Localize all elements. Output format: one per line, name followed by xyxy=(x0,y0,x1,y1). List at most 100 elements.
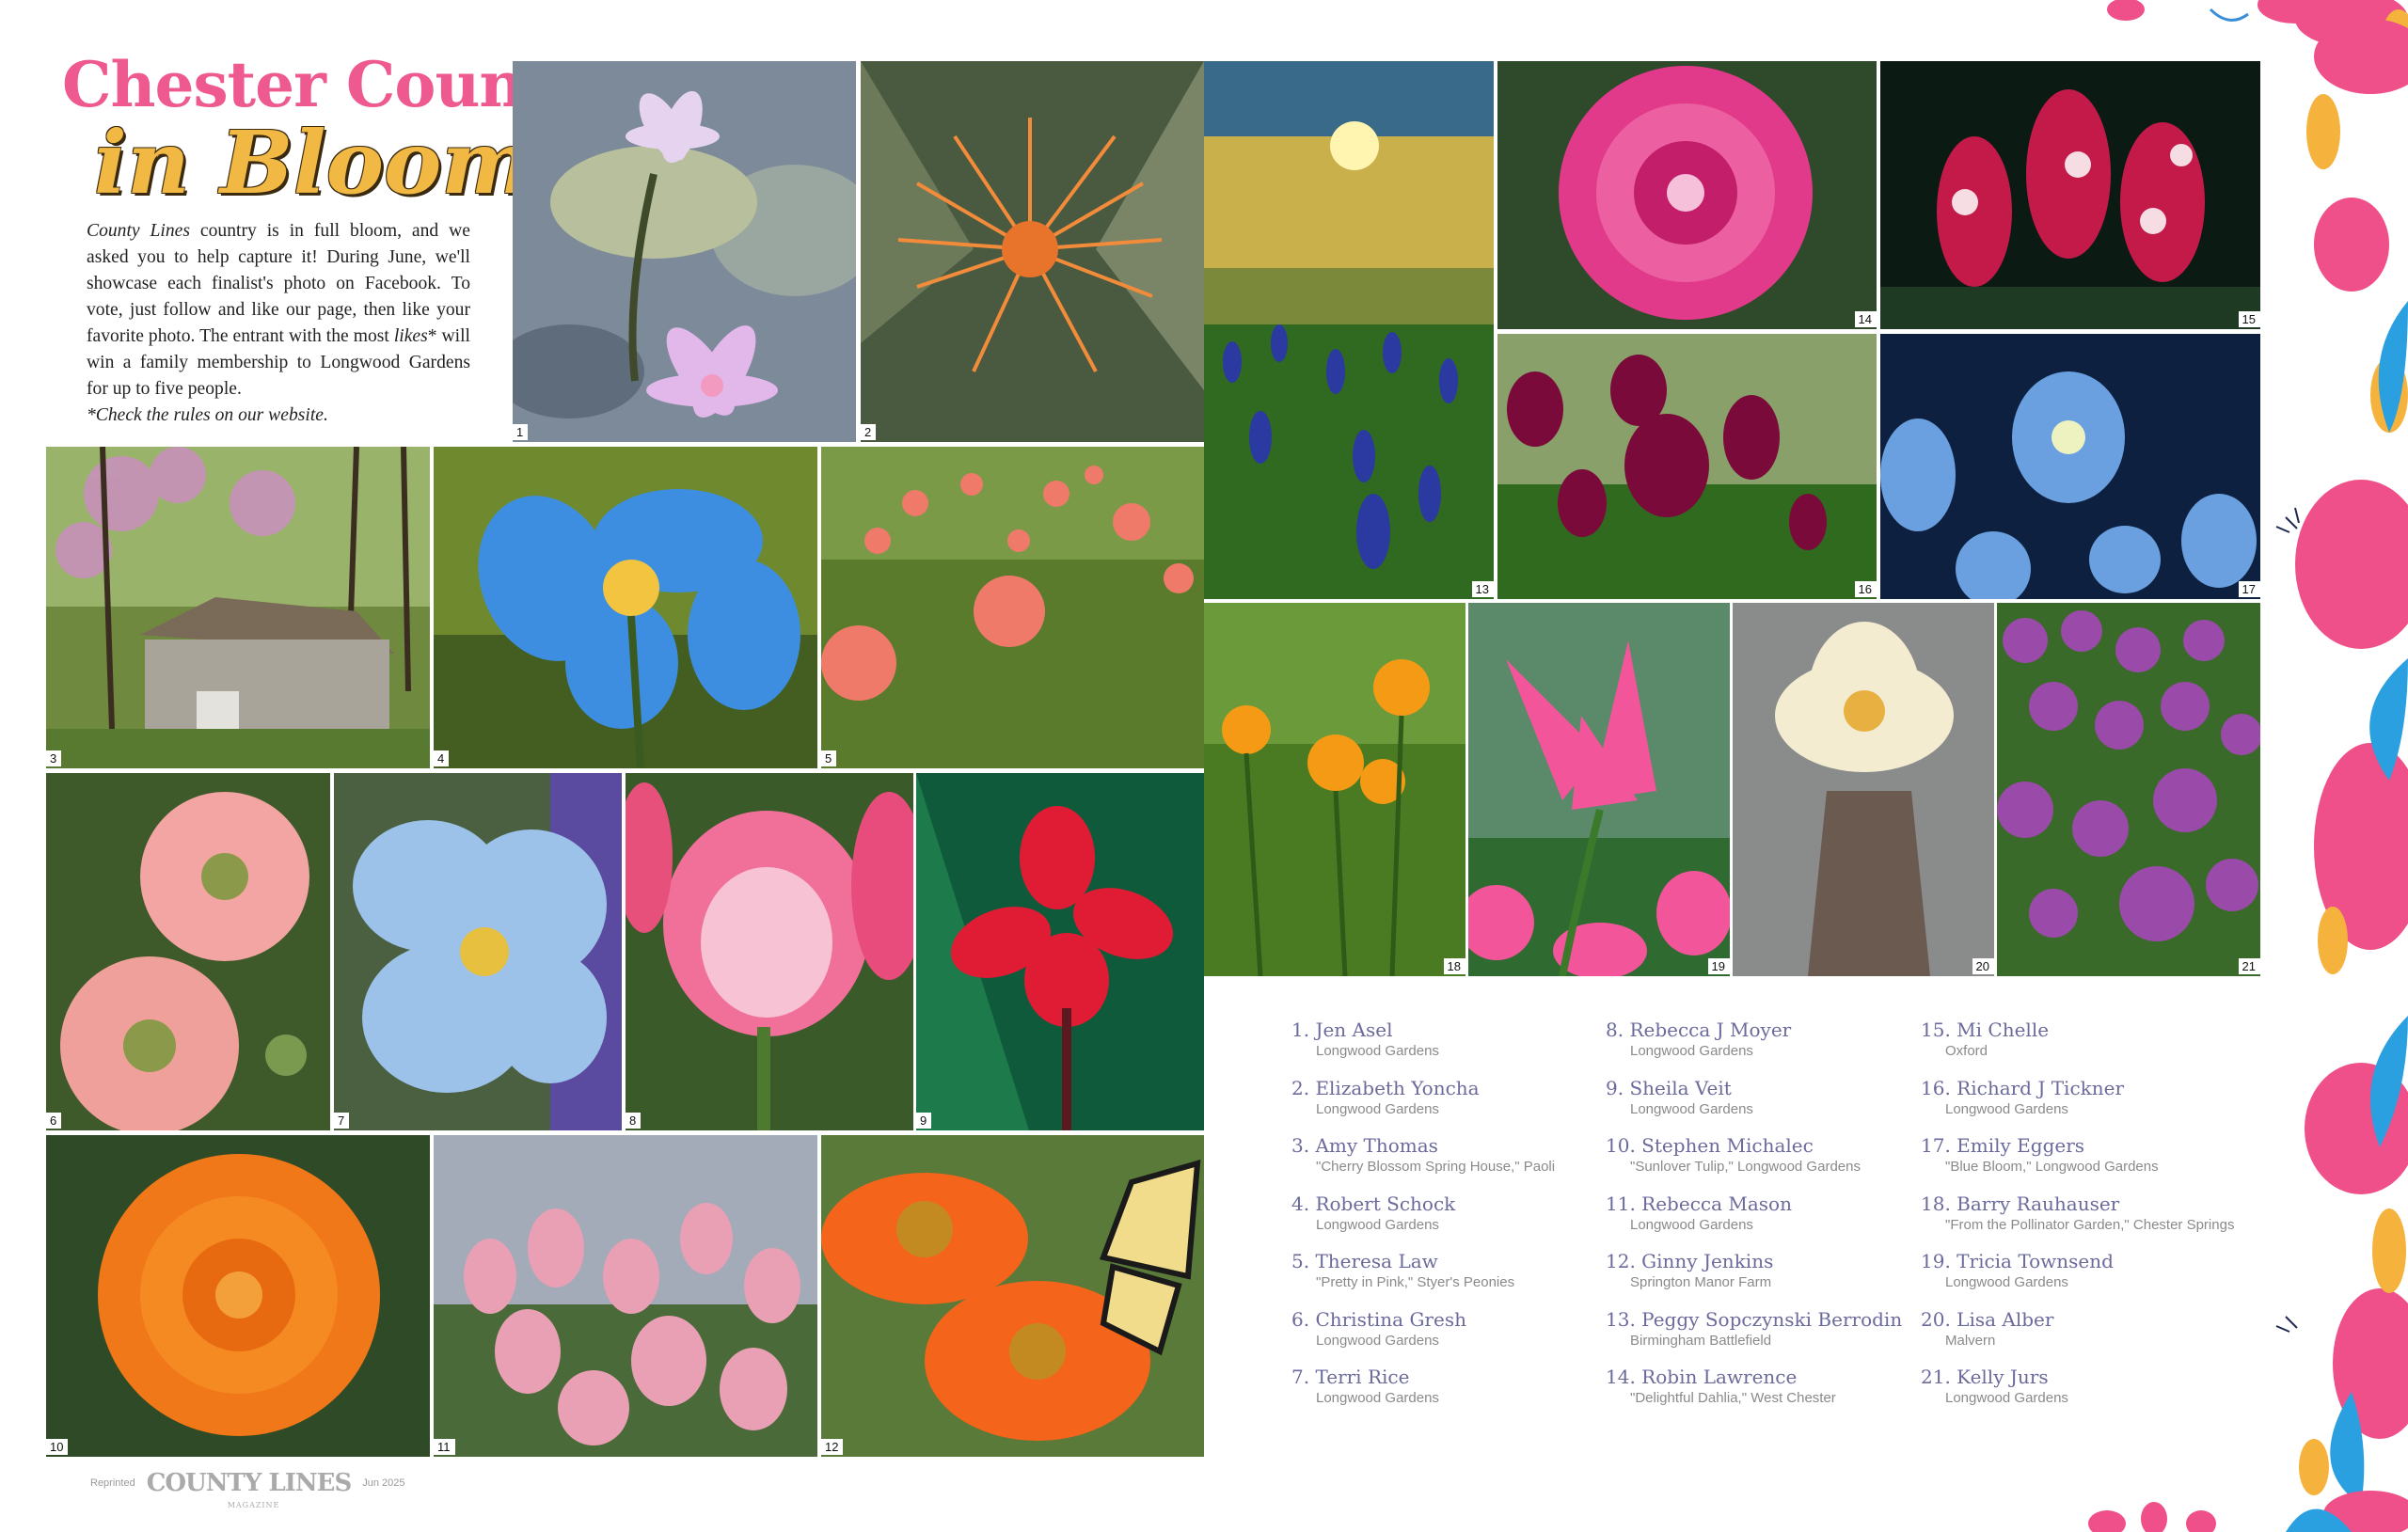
photo-7: 7 xyxy=(334,773,622,1130)
credit-name: 12. Ginny Jenkins xyxy=(1606,1250,1774,1272)
credit-location: Birmingham Battlefield xyxy=(1630,1332,1772,1349)
photo-number: 9 xyxy=(916,1113,932,1129)
credit-location: Longwood Gardens xyxy=(1630,1043,1753,1059)
photo-number: 7 xyxy=(334,1113,350,1129)
photo-1: 1 xyxy=(513,61,856,442)
credit-name: 15. Mi Chelle xyxy=(1921,1019,2050,1041)
credit-entry: 17. Emily Eggers "Blue Bloom," Longwood G… xyxy=(1921,1133,2289,1192)
photo-number: 19 xyxy=(1707,958,1730,974)
credit-name: 5. Theresa Law xyxy=(1291,1250,1438,1272)
credit-entry: 7. Terri Rice Longwood Gardens xyxy=(1291,1365,1606,1423)
credit-name: 17. Emily Eggers xyxy=(1921,1134,2085,1157)
credit-name: 1. Jen Asel xyxy=(1291,1019,1393,1041)
photo-10: 10 xyxy=(46,1135,430,1457)
credit-name: 21. Kelly Jurs xyxy=(1921,1366,2049,1388)
credit-location: "Delightful Dahlia," West Chester xyxy=(1630,1390,1836,1406)
credit-entry: 3. Amy Thomas "Cherry Blossom Spring Hous… xyxy=(1291,1133,1606,1192)
photo-number: 14 xyxy=(1854,311,1877,327)
credit-entry: 9. Sheila Veit Longwood Gardens xyxy=(1606,1076,1921,1134)
floral-decoration-bottom xyxy=(2088,1491,2408,1532)
photo-number: 20 xyxy=(1972,958,1994,974)
credit-location: Longwood Gardens xyxy=(1630,1100,1753,1117)
credit-entry: 11. Rebecca Mason Longwood Gardens xyxy=(1606,1192,1921,1250)
magazine-name: County Lines xyxy=(87,221,190,241)
credit-name: 2. Elizabeth Yoncha xyxy=(1291,1076,1480,1099)
photo-number: 11 xyxy=(434,1439,455,1455)
issue-date: Jun 2025 xyxy=(362,1477,405,1489)
photo-21: 21 xyxy=(1997,603,2260,976)
credit-entry: 1. Jen Asel Longwood Gardens xyxy=(1291,1018,1606,1076)
photo-13: 13 xyxy=(1204,61,1494,599)
photo-number: 16 xyxy=(1854,581,1877,597)
finalist-credits: 1. Jen Asel Longwood Gardens 2. Elizabeth… xyxy=(1291,1018,2289,1423)
credit-entry: 15. Mi Chelle Oxford xyxy=(1921,1018,2289,1076)
photo-number: 4 xyxy=(434,750,450,766)
credits-column-2: 8. Rebecca J Moyer Longwood Gardens 9. Sh… xyxy=(1606,1018,1921,1423)
credit-name: 10. Stephen Michalec xyxy=(1606,1134,1814,1157)
likes-word: likes xyxy=(393,326,428,346)
floral-decoration-right xyxy=(2275,19,2408,1505)
credit-entry: 19. Tricia Townsend Longwood Gardens xyxy=(1921,1249,2289,1307)
photo-4: 4 xyxy=(434,447,817,768)
credit-name: 11. Rebecca Mason xyxy=(1606,1192,1792,1215)
credit-location: "Cherry Blossom Spring House," Paoli xyxy=(1316,1159,1556,1175)
credit-entry: 6. Christina Gresh Longwood Gardens xyxy=(1291,1307,1606,1366)
credit-location: Longwood Gardens xyxy=(1316,1216,1439,1233)
photo-number: 2 xyxy=(861,424,877,440)
photo-19: 19 xyxy=(1468,603,1730,976)
credit-name: 14. Robin Lawrence xyxy=(1606,1366,1798,1388)
photo-20: 20 xyxy=(1733,603,1994,976)
credit-name: 18. Barry Rauhauser xyxy=(1921,1192,2120,1215)
credit-location: Longwood Gardens xyxy=(1945,1390,2068,1406)
reprinted-label: Reprinted xyxy=(90,1477,135,1489)
credit-location: Longwood Gardens xyxy=(1316,1332,1439,1349)
credit-entry: 10. Stephen Michalec "Sunlover Tulip," Lo… xyxy=(1606,1133,1921,1192)
photo-9: 9 xyxy=(916,773,1204,1130)
credit-location: "From the Pollinator Garden," Chester Sp… xyxy=(1945,1216,2235,1233)
photo-number: 12 xyxy=(821,1439,844,1455)
photo-number: 10 xyxy=(46,1439,69,1455)
photo-number: 8 xyxy=(626,1113,642,1129)
photo-18: 18 xyxy=(1204,603,1465,976)
magazine-logo-sub: MAGAZINE xyxy=(227,1501,280,1509)
photo-number: 1 xyxy=(513,424,529,440)
credit-location: "Blue Bloom," Longwood Gardens xyxy=(1945,1159,2159,1175)
photo-16: 16 xyxy=(1497,334,1877,599)
credit-location: Longwood Gardens xyxy=(1316,1390,1439,1406)
page-footer: Reprinted COUNTY LINES MAGAZINE Jun 2025 xyxy=(90,1469,405,1509)
photo-11: 11 xyxy=(434,1135,817,1457)
credit-name: 20. Lisa Alber xyxy=(1921,1307,2054,1331)
photo-number: 6 xyxy=(46,1113,62,1129)
credit-location: Malvern xyxy=(1945,1332,1996,1349)
credit-name: 3. Amy Thomas xyxy=(1291,1134,1438,1157)
photo-15: 15 xyxy=(1880,61,2260,329)
rules-note: *Check the rules on our website. xyxy=(87,405,328,425)
credit-name: 4. Robert Schock xyxy=(1291,1192,1456,1215)
credit-location: Longwood Gardens xyxy=(1945,1100,2068,1117)
photo-8: 8 xyxy=(626,773,913,1130)
credit-entry: 21. Kelly Jurs Longwood Gardens xyxy=(1921,1365,2289,1423)
intro-paragraph: County Lines country is in full bloom, a… xyxy=(87,218,470,429)
photo-5: 5 xyxy=(821,447,1204,768)
credit-name: 19. Tricia Townsend xyxy=(1921,1250,2114,1272)
credit-name: 6. Christina Gresh xyxy=(1291,1307,1466,1331)
credit-location: Longwood Gardens xyxy=(1316,1043,1439,1059)
credit-location: "Sunlover Tulip," Longwood Gardens xyxy=(1630,1159,1861,1175)
photo-3: 3 xyxy=(46,447,430,768)
credit-location: Longwood Gardens xyxy=(1316,1100,1439,1117)
credit-entry: 18. Barry Rauhauser "From the Pollinator … xyxy=(1921,1192,2289,1250)
page-subtitle: in Bloom xyxy=(94,112,533,213)
photo-number: 13 xyxy=(1471,581,1494,597)
credit-location: Longwood Gardens xyxy=(1630,1216,1753,1233)
photo-2: 2 xyxy=(861,61,1204,442)
credits-column-1: 1. Jen Asel Longwood Gardens 2. Elizabeth… xyxy=(1291,1018,1606,1423)
credit-entry: 5. Theresa Law "Pretty in Pink," Styer's … xyxy=(1291,1249,1606,1307)
magazine-masthead: COUNTY LINES MAGAZINE xyxy=(147,1471,353,1509)
credit-entry: 8. Rebecca J Moyer Longwood Gardens xyxy=(1606,1018,1921,1076)
credits-column-3: 15. Mi Chelle Oxford 16. Richard J Tickne… xyxy=(1921,1018,2289,1423)
credit-entry: 16. Richard J Tickner Longwood Gardens xyxy=(1921,1076,2289,1134)
credit-location: Springton Manor Farm xyxy=(1630,1274,1772,1290)
credit-location: Oxford xyxy=(1945,1043,1988,1059)
credit-location: "Pretty in Pink," Styer's Peonies xyxy=(1316,1274,1515,1290)
credit-entry: 14. Robin Lawrence "Delightful Dahlia," W… xyxy=(1606,1365,1921,1423)
